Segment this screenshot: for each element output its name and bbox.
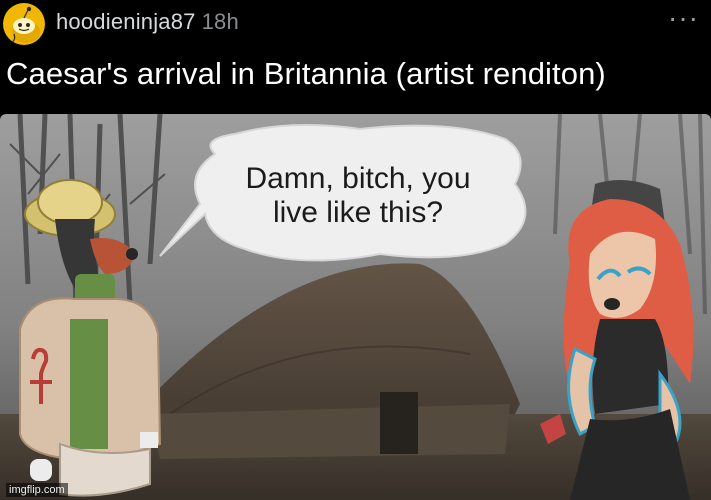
post-header: hoodieninja87 18h ··· [0,0,711,48]
speech-line-2: live like this? [272,196,444,229]
more-options-icon[interactable]: ··· [668,2,699,34]
imgflip-watermark: imgflip.com [6,483,68,497]
reddit-snoo-avatar-icon[interactable] [2,2,46,46]
post-time: 18h [201,9,239,34]
speech-line-1: Damn, bitch, you [245,162,471,195]
post-title[interactable]: Caesar's arrival in Britannia (artist re… [6,56,606,92]
post-username[interactable]: hoodieninja87 18h [56,9,239,35]
speech-bubble-text: Damn, bitch, you live like this? [196,162,520,230]
username-text[interactable]: hoodieninja87 [56,9,196,34]
